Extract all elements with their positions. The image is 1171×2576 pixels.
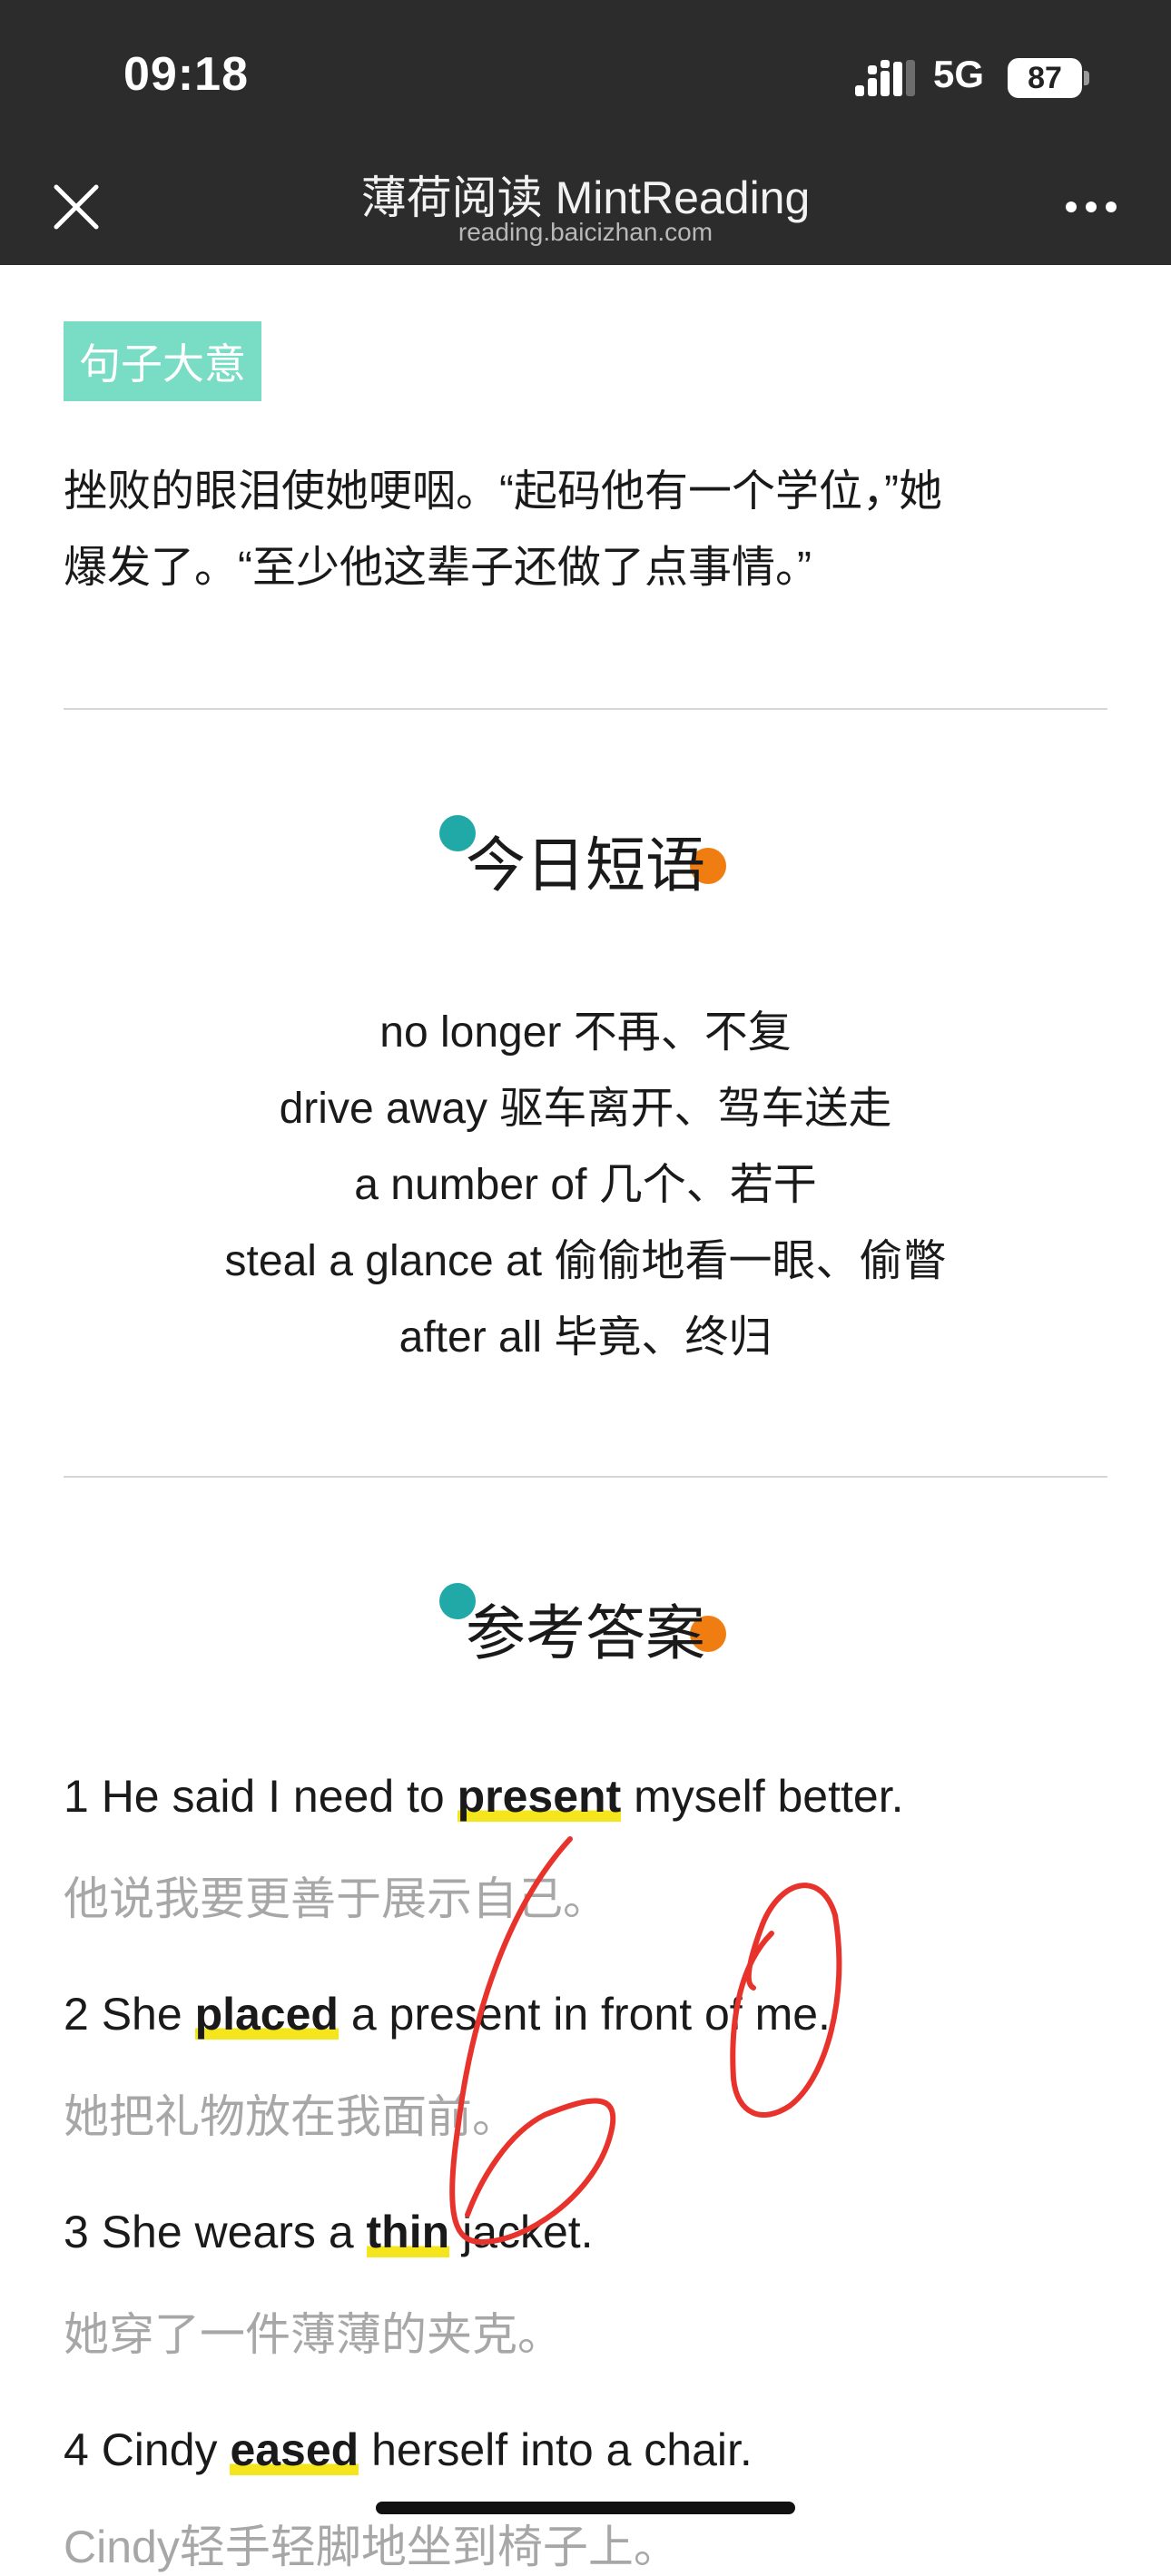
answer-text: myself better.	[621, 1771, 904, 1822]
answers-heading: 参考答案	[466, 1599, 705, 1667]
signal-icon	[855, 60, 915, 96]
status-time: 09:18	[123, 48, 249, 101]
top-bar: 09:18 5G 87 薄荷阅读 MintReading reading.bai…	[0, 0, 1171, 265]
phrases-heading: 今日短语	[466, 831, 705, 899]
home-indicator[interactable]	[376, 2502, 795, 2514]
answer-text: a present in front of me.	[338, 1989, 831, 2040]
phrase-item: no longer 不再、不复	[379, 1008, 792, 1057]
answer-translation: Cindy轻手轻脚地坐到椅子上。	[64, 2522, 679, 2572]
answer-text: 3 She wears a	[64, 2207, 367, 2257]
answer-sentence: 3 She wears a thin jacket.	[64, 2206, 594, 2258]
phrase-item: a number of 几个、若干	[354, 1161, 817, 1209]
sentence-line: 挫败的眼泪使她哽咽。“起码他有一个学位，”她	[64, 467, 942, 516]
phrase-item: drive away 驱车离开、驾车送走	[279, 1085, 892, 1133]
battery-level: 87	[1008, 58, 1082, 98]
answer-sentence: 4 Cindy eased herself into a chair.	[64, 2424, 753, 2476]
phrase-item: after all 毕竟、终归	[399, 1313, 772, 1362]
phrase-list: no longer 不再、不复 drive away 驱车离开、驾车送走 a n…	[0, 995, 1171, 1376]
highlighted-word: thin	[366, 2207, 450, 2257]
answer-sentence: 1 He said I need to present myself bette…	[64, 1770, 903, 1823]
battery-nub	[1084, 71, 1089, 85]
section-tag: 句子大意	[64, 321, 261, 401]
answer-text: jacket.	[449, 2207, 594, 2257]
highlighted-word: eased	[230, 2424, 359, 2475]
answer-text: 4 Cindy	[64, 2424, 231, 2475]
more-options-icon[interactable]	[1064, 200, 1118, 214]
answer-sentence: 2 She placed a present in front of me.	[64, 1988, 831, 2040]
divider	[64, 708, 1107, 710]
highlighted-word: placed	[194, 1989, 339, 2040]
sentence-line: 爆发了。“至少他这辈子还做了点事情。”	[64, 544, 812, 592]
answer-text: 2 She	[64, 1989, 195, 2040]
network-type: 5G	[933, 53, 985, 95]
divider	[64, 1476, 1107, 1478]
answer-text: herself into a chair.	[359, 2424, 753, 2475]
phrase-item: steal a glance at 偷偷地看一眼、偷瞥	[224, 1237, 947, 1285]
answer-translation: 她穿了一件薄薄的夹克。	[64, 2309, 563, 2360]
page-url: reading.baicizhan.com	[458, 218, 713, 246]
answer-text: 1 He said I need to	[64, 1771, 458, 1822]
battery-icon: 87	[1008, 58, 1091, 98]
highlighted-word: present	[457, 1771, 622, 1822]
sentence-translation: 挫败的眼泪使她哽咽。“起码他有一个学位，”她 爆发了。“至少他这辈子还做了点事情…	[64, 454, 1117, 606]
answer-translation: 她把礼物放在我面前。	[64, 2091, 517, 2142]
answer-translation: 他说我要更善于展示自己。	[64, 1873, 608, 1924]
